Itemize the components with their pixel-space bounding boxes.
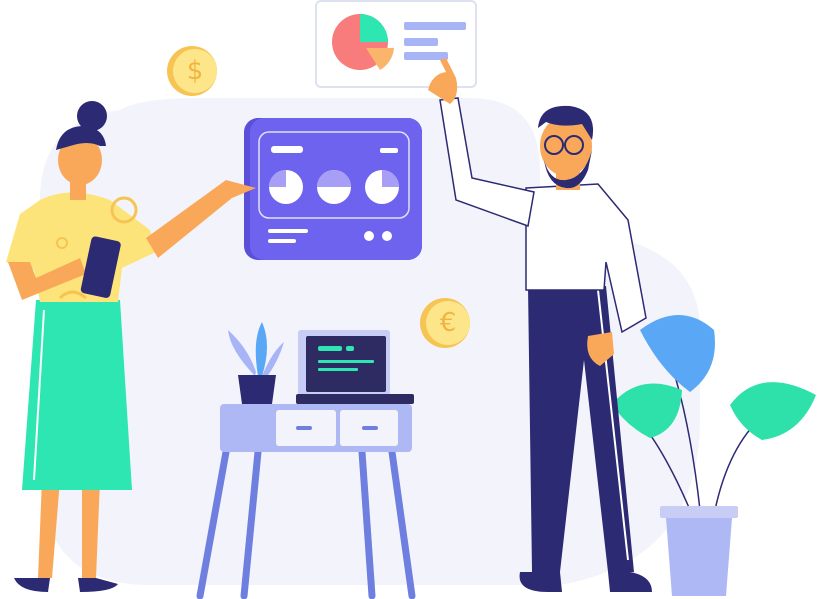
illustration-canvas bbox=[6, 0, 816, 599]
bar-line-1 bbox=[404, 22, 466, 30]
bar-line-3 bbox=[404, 52, 448, 60]
team-analytics-illustration: $ € bbox=[0, 0, 819, 599]
dollar-coin-icon bbox=[167, 46, 217, 96]
donut-charts bbox=[269, 170, 399, 204]
bar-line-2 bbox=[404, 38, 438, 46]
dashboard-card bbox=[244, 118, 422, 260]
card-title-line bbox=[271, 146, 303, 153]
euro-coin-icon bbox=[420, 298, 470, 348]
